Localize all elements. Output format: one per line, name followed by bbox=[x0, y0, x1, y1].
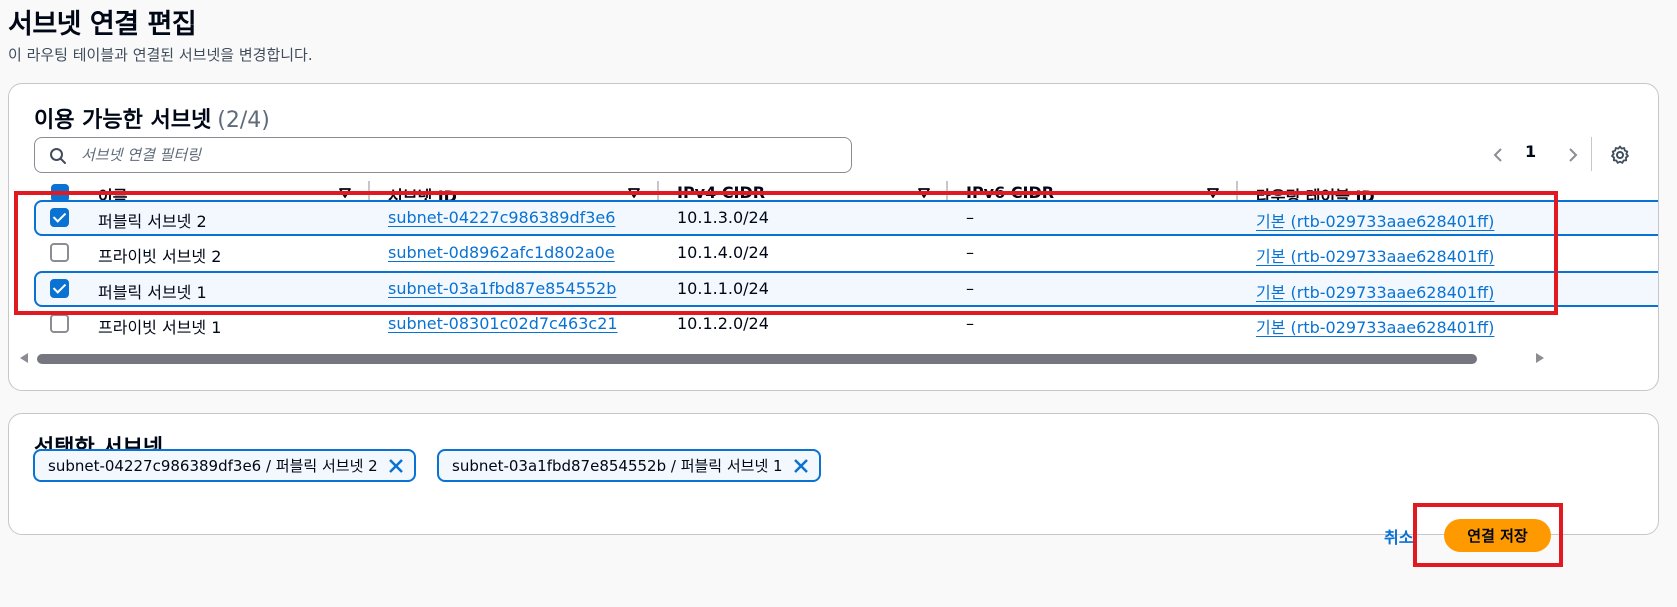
cancel-button[interactable]: 취소 bbox=[1384, 524, 1413, 548]
close-icon bbox=[388, 458, 403, 473]
search-input[interactable] bbox=[81, 144, 841, 166]
table-settings-button[interactable] bbox=[1607, 141, 1633, 169]
pagination-divider bbox=[1591, 137, 1592, 171]
selected-subnet-token: subnet-04227c986389df3e6 / 퍼블릭 서브넷 2 bbox=[33, 449, 416, 482]
subnet-id-link[interactable]: subnet-08301c02d7c463c21 bbox=[388, 314, 618, 333]
available-subnets-title: 이용 가능한 서브넷 bbox=[34, 108, 212, 133]
subnet-filter-search[interactable] bbox=[34, 137, 852, 173]
scroll-left-arrow[interactable] bbox=[19, 352, 29, 364]
available-subnets-header: 이용 가능한 서브넷 (2/4) bbox=[34, 102, 270, 134]
selection-count: (2/4) bbox=[217, 108, 270, 133]
current-page-number[interactable]: 1 bbox=[1525, 142, 1536, 161]
subnet-name: 프라이빗 서브넷 1 bbox=[98, 318, 222, 337]
gear-icon bbox=[1611, 145, 1629, 164]
close-icon bbox=[793, 458, 808, 473]
row-checkbox[interactable] bbox=[50, 314, 69, 333]
ipv4-cidr: 10.1.2.0/24 bbox=[677, 314, 769, 333]
horizontal-scrollbar[interactable] bbox=[37, 354, 1477, 364]
highlight-box-save-button bbox=[1413, 503, 1563, 567]
scroll-right-arrow[interactable] bbox=[1535, 352, 1545, 364]
previous-page-button[interactable] bbox=[1488, 141, 1508, 169]
next-page-button[interactable] bbox=[1563, 141, 1583, 169]
route-table-link[interactable]: 기본 (rtb-029733aae628401ff) bbox=[1256, 314, 1494, 338]
token-label: subnet-03a1fbd87e854552b / 퍼블릭 서브넷 1 bbox=[452, 457, 783, 475]
remove-token-button[interactable] bbox=[793, 458, 809, 474]
chevron-right-icon bbox=[1569, 148, 1578, 162]
search-icon bbox=[50, 148, 66, 164]
chevron-left-icon bbox=[1493, 148, 1502, 162]
remove-token-button[interactable] bbox=[388, 458, 404, 474]
token-label: subnet-04227c986389df3e6 / 퍼블릭 서브넷 2 bbox=[48, 457, 378, 475]
page-description: 이 라우팅 테이블과 연결된 서브넷을 변경합니다. bbox=[8, 46, 313, 64]
page-title: 서브넷 연결 편집 bbox=[8, 9, 197, 40]
selected-subnet-token: subnet-03a1fbd87e854552b / 퍼블릭 서브넷 1 bbox=[437, 449, 821, 482]
highlight-box-selected-rows bbox=[14, 191, 1558, 315]
ipv6-cidr: – bbox=[966, 314, 974, 333]
selected-subnets-panel: 선택한 서브넷 subnet-04227c986389df3e6 / 퍼블릭 서… bbox=[8, 413, 1659, 535]
